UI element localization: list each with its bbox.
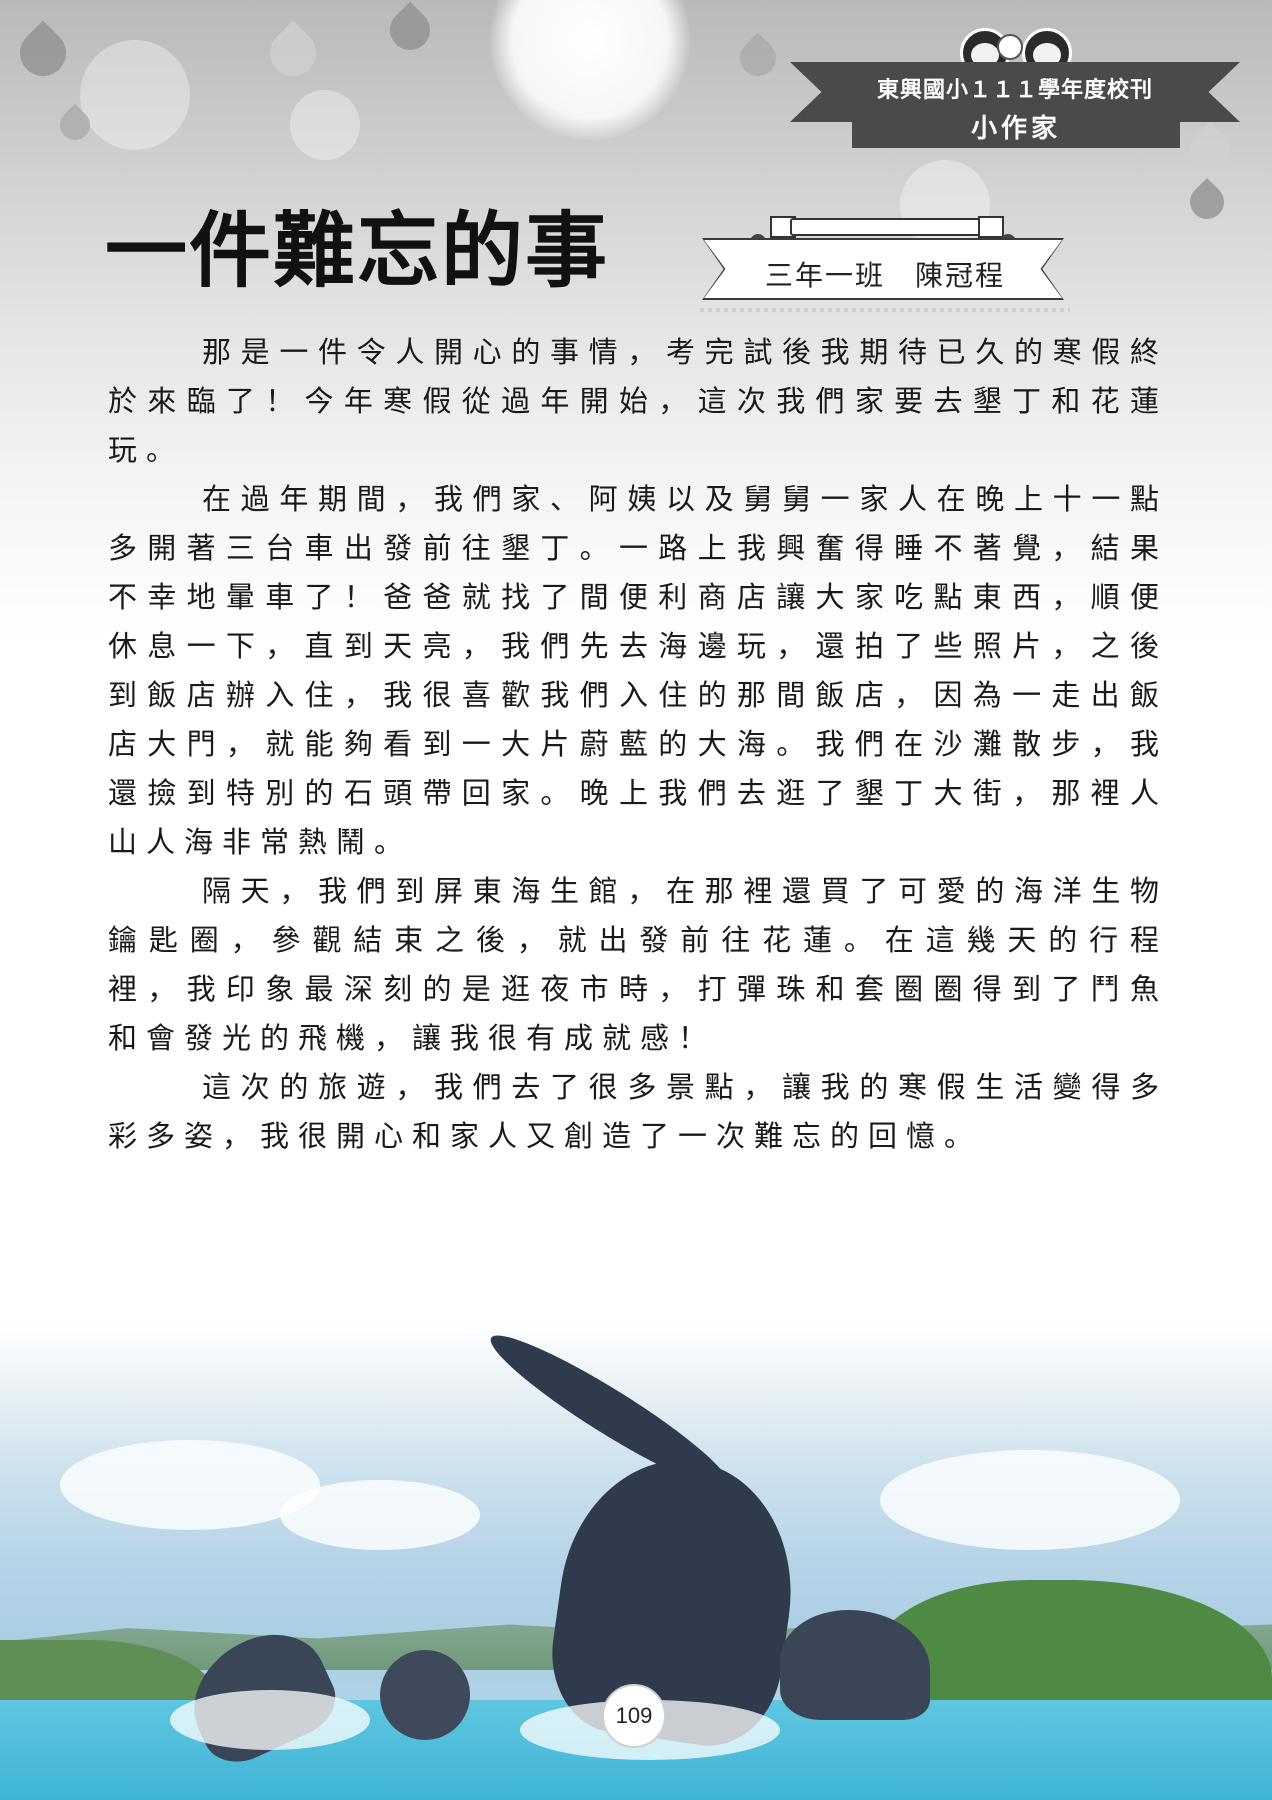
paragraph: 那是一件令人開心的事情，考完試後我期待已久的寒假終於來臨了！今年寒假從過年開始，… xyxy=(108,335,1168,467)
bokeh-light xyxy=(80,40,190,150)
masthead-subtitle: 小作家 xyxy=(970,114,1061,144)
paragraph: 這次的旅遊，我們去了很多景點，讓我的寒假生活變得多彩多姿，我很開心和家人又創造了… xyxy=(108,1070,1168,1153)
cloud xyxy=(280,1480,480,1550)
page-number: 109 xyxy=(602,1684,666,1748)
masthead-title: 東興國小１１１學年度校刊 xyxy=(876,78,1153,103)
dotted-divider xyxy=(700,308,1070,312)
bokeh-light xyxy=(290,90,360,160)
author-name: 三年一班 陳冠程 xyxy=(764,259,1005,292)
paragraph: 隔天，我們到屏東海生館，在那裡還買了可愛的海洋生物鑰匙圈，參觀結束之後，就出發前… xyxy=(108,874,1168,1055)
school-logo-icon xyxy=(997,34,1023,60)
whale-statue xyxy=(380,1650,470,1740)
water-splash xyxy=(170,1690,370,1750)
paragraph: 在過年期間，我們家、阿姨以及舅舅一家人在晚上十一點多開著三台車出發前往墾丁。一路… xyxy=(108,482,1168,859)
article-body: 那是一件令人開心的事情，考完試後我期待已久的寒假終於來臨了！今年寒假從過年開始，… xyxy=(108,328,1168,1161)
article-title: 一件難忘的事 xyxy=(105,203,610,299)
cloud xyxy=(880,1450,1180,1550)
author-banner: 三年一班 陳冠程 xyxy=(700,200,1070,315)
masthead: 東興國小１１１學年度校刊 小作家 xyxy=(790,20,1240,155)
